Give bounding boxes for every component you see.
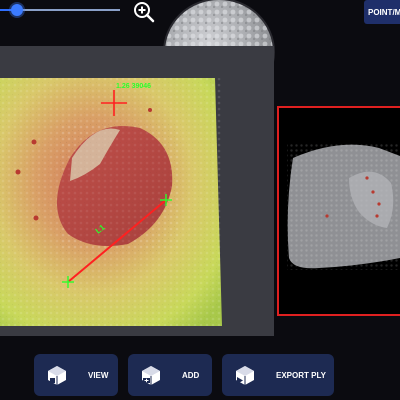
point-coordinate-label: 1.26 39046 — [116, 83, 151, 90]
add-button[interactable]: ADD — [128, 354, 212, 396]
surface-point-marker — [33, 215, 39, 221]
surface-point-marker — [148, 108, 152, 112]
surface-point-marker — [15, 169, 21, 175]
surface-point-marker — [31, 139, 37, 145]
export-ply-button[interactable]: EXPORT PLY — [222, 354, 334, 396]
mode-button-label: POINT/ME — [368, 7, 400, 17]
cube-export-icon — [236, 366, 254, 385]
main-3d-view[interactable]: 1.26 39046 L1 — [0, 46, 274, 336]
add-button-label: ADD — [182, 370, 200, 380]
point-measure-mode-button[interactable]: POINT/ME — [364, 0, 400, 24]
view-button[interactable]: VIEW — [34, 354, 118, 396]
cube-add-icon — [142, 366, 160, 385]
export-ply-button-label: EXPORT PLY — [276, 370, 326, 380]
model-preview-frame[interactable] — [277, 106, 400, 316]
bottom-toolbar: VIEW ADD EXPORT PLY — [0, 352, 400, 400]
cube-view-icon — [48, 366, 66, 385]
slider-thumb[interactable] — [10, 4, 23, 16]
zoom-slider[interactable] — [0, 4, 120, 16]
zoom-in-icon[interactable] — [132, 0, 156, 24]
view-button-label: VIEW — [88, 370, 109, 380]
